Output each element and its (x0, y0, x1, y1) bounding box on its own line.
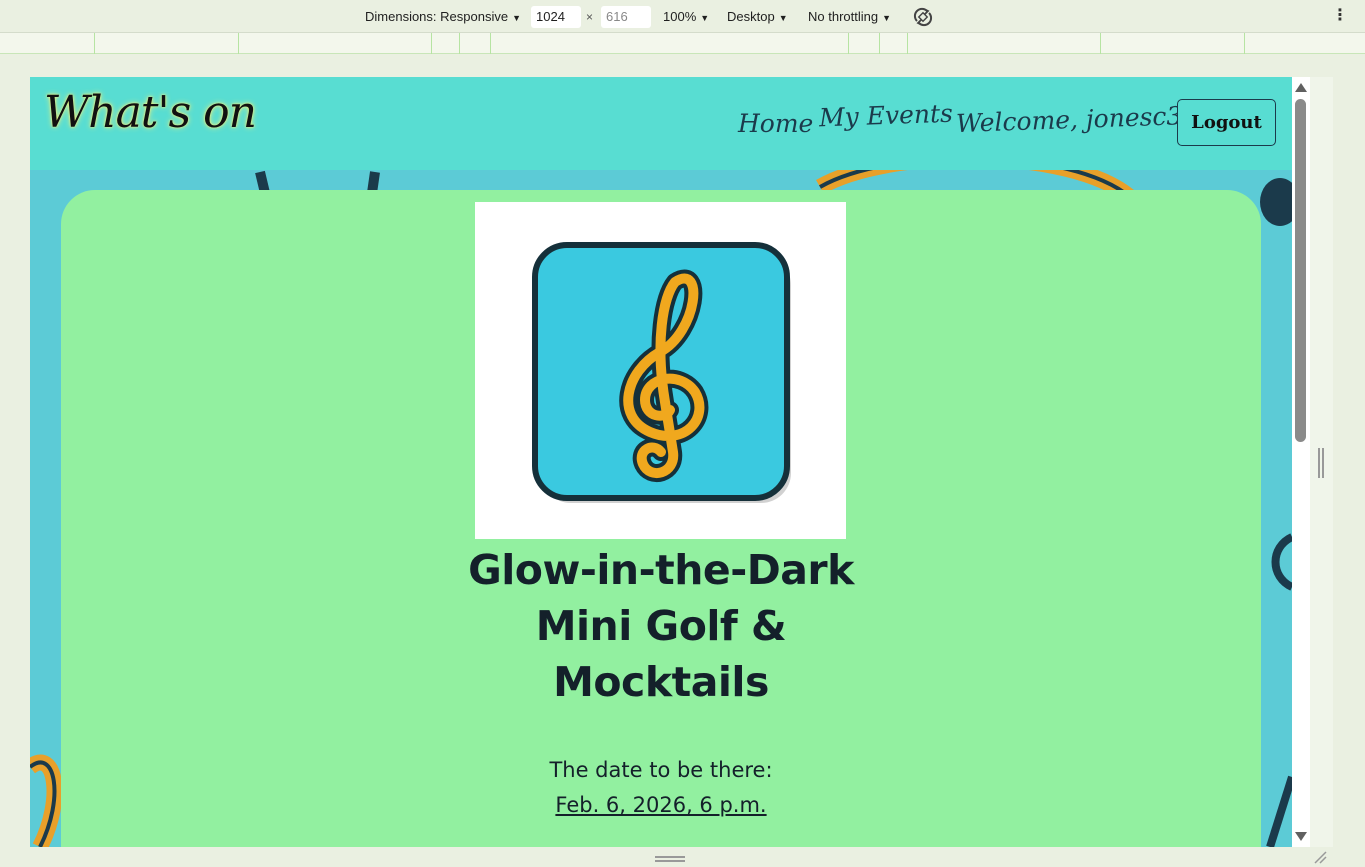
scroll-down-arrow-icon[interactable] (1295, 832, 1307, 841)
ruler-tick[interactable] (907, 33, 908, 54)
scroll-up-arrow-icon[interactable] (1295, 83, 1307, 92)
nav-my-events-link[interactable]: My Events (819, 99, 954, 133)
dimensions-label: Dimensions: Responsive (365, 9, 509, 24)
kebab-menu-icon[interactable]: ⋮ (1332, 7, 1348, 23)
times-separator: × (586, 10, 594, 24)
ruler-tick[interactable] (848, 33, 849, 54)
nav-home-link[interactable]: Home (738, 109, 813, 138)
height-input[interactable]: 616 (601, 6, 651, 28)
rotate-icon[interactable] (912, 6, 934, 28)
event-date-link[interactable]: Feb. 6, 2026, 6 p.m. (461, 793, 861, 817)
device-label: Desktop (727, 9, 775, 24)
ruler-tick[interactable] (459, 33, 460, 54)
chevron-down-icon: ▼ (882, 13, 892, 23)
chevron-down-icon: ▼ (512, 13, 521, 23)
ruler-tick[interactable] (238, 33, 239, 54)
throttling-label: No throttling (808, 9, 879, 24)
device-dropdown[interactable]: Desktop ▼ (727, 9, 788, 24)
resize-handle-right[interactable] (1318, 448, 1324, 478)
dimensions-dropdown[interactable]: Dimensions: Responsive ▼ (365, 9, 521, 24)
site-header: What's on Home My Events Welcome, jonesc… (30, 77, 1292, 170)
ruler-tick[interactable] (1100, 33, 1101, 54)
event-title-line: Mocktails (553, 658, 769, 706)
devtools-device-toolbar: Dimensions: Responsive ▼ 1024 × 616 100% ▼… (0, 0, 1365, 33)
emulated-viewport: What's on Home My Events Welcome, jonesc… (30, 77, 1292, 847)
zoom-dropdown[interactable]: 100% ▼ (663, 9, 709, 24)
ruler-tick[interactable] (490, 33, 491, 54)
ruler-tick[interactable] (879, 33, 880, 54)
resize-corner-icon[interactable] (1313, 850, 1327, 864)
chevron-down-icon: ▼ (700, 13, 710, 23)
viewport-scrollbar[interactable] (1292, 77, 1310, 847)
scrollbar-thumb[interactable] (1295, 99, 1306, 442)
ruler-tick[interactable] (94, 33, 95, 54)
welcome-message: Welcome, jonesc3! (955, 100, 1193, 139)
site-logo-link[interactable]: What's on (44, 87, 257, 138)
media-query-ruler (0, 33, 1365, 54)
zoom-label: 100% (663, 9, 697, 24)
event-title-line: Mini Golf & (535, 602, 787, 650)
ruler-tick[interactable] (431, 33, 432, 54)
event-title: Glow-in-the-Dark Mini Golf & Mocktails (421, 542, 901, 710)
chevron-down-icon: ▼ (778, 13, 788, 23)
resize-handle-bottom[interactable] (655, 856, 685, 862)
ruler-tick[interactable] (1244, 33, 1245, 54)
event-date-label: The date to be there: (549, 758, 773, 782)
throttling-dropdown[interactable]: No throttling ▼ (808, 9, 891, 24)
treble-clef-icon (532, 242, 791, 503)
event-card: Glow-in-the-Dark Mini Golf & Mocktails T… (61, 190, 1261, 847)
logout-button[interactable]: Logout (1177, 99, 1276, 146)
width-input[interactable]: 1024 (531, 6, 581, 28)
event-title-line: Glow-in-the-Dark (468, 546, 854, 594)
event-image (475, 202, 846, 539)
